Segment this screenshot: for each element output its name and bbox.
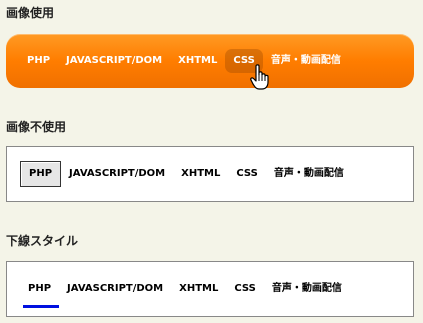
section-title-image: 画像使用 bbox=[6, 6, 55, 20]
nav-item-xhtml[interactable]: XHTML bbox=[171, 277, 226, 301]
nav-item-javascript-dom[interactable]: JAVASCRIPT/DOM bbox=[59, 277, 171, 301]
nav-item-media[interactable]: 音声・動画配信 bbox=[263, 49, 349, 73]
nav-item-xhtml[interactable]: XHTML bbox=[170, 49, 225, 73]
nav-no-image-style: PHP JAVASCRIPT/DOM XHTML CSS 音声・動画配信 bbox=[6, 146, 414, 202]
hand-pointer-icon bbox=[250, 64, 269, 90]
nav-item-javascript-dom[interactable]: JAVASCRIPT/DOM bbox=[61, 162, 173, 186]
section-title-underline: 下線スタイル bbox=[6, 234, 79, 248]
nav-image-style: PHP JAVASCRIPT/DOM XHTML CSS 音声・動画配信 bbox=[6, 34, 414, 88]
section-title-no-image: 画像不使用 bbox=[6, 120, 67, 134]
nav-item-media[interactable]: 音声・動画配信 bbox=[266, 162, 352, 186]
nav-item-css[interactable]: CSS bbox=[226, 277, 263, 301]
nav-item-php[interactable]: PHP bbox=[20, 161, 62, 187]
nav-item-php[interactable]: PHP bbox=[20, 277, 60, 308]
nav-item-css[interactable]: CSS bbox=[228, 162, 265, 186]
nav-item-php[interactable]: PHP bbox=[19, 49, 58, 73]
nav-item-javascript-dom[interactable]: JAVASCRIPT/DOM bbox=[58, 49, 170, 73]
nav-item-xhtml[interactable]: XHTML bbox=[173, 162, 228, 186]
nav-underline-style: PHP JAVASCRIPT/DOM XHTML CSS 音声・動画配信 bbox=[6, 261, 414, 317]
nav-item-media[interactable]: 音声・動画配信 bbox=[264, 277, 350, 301]
